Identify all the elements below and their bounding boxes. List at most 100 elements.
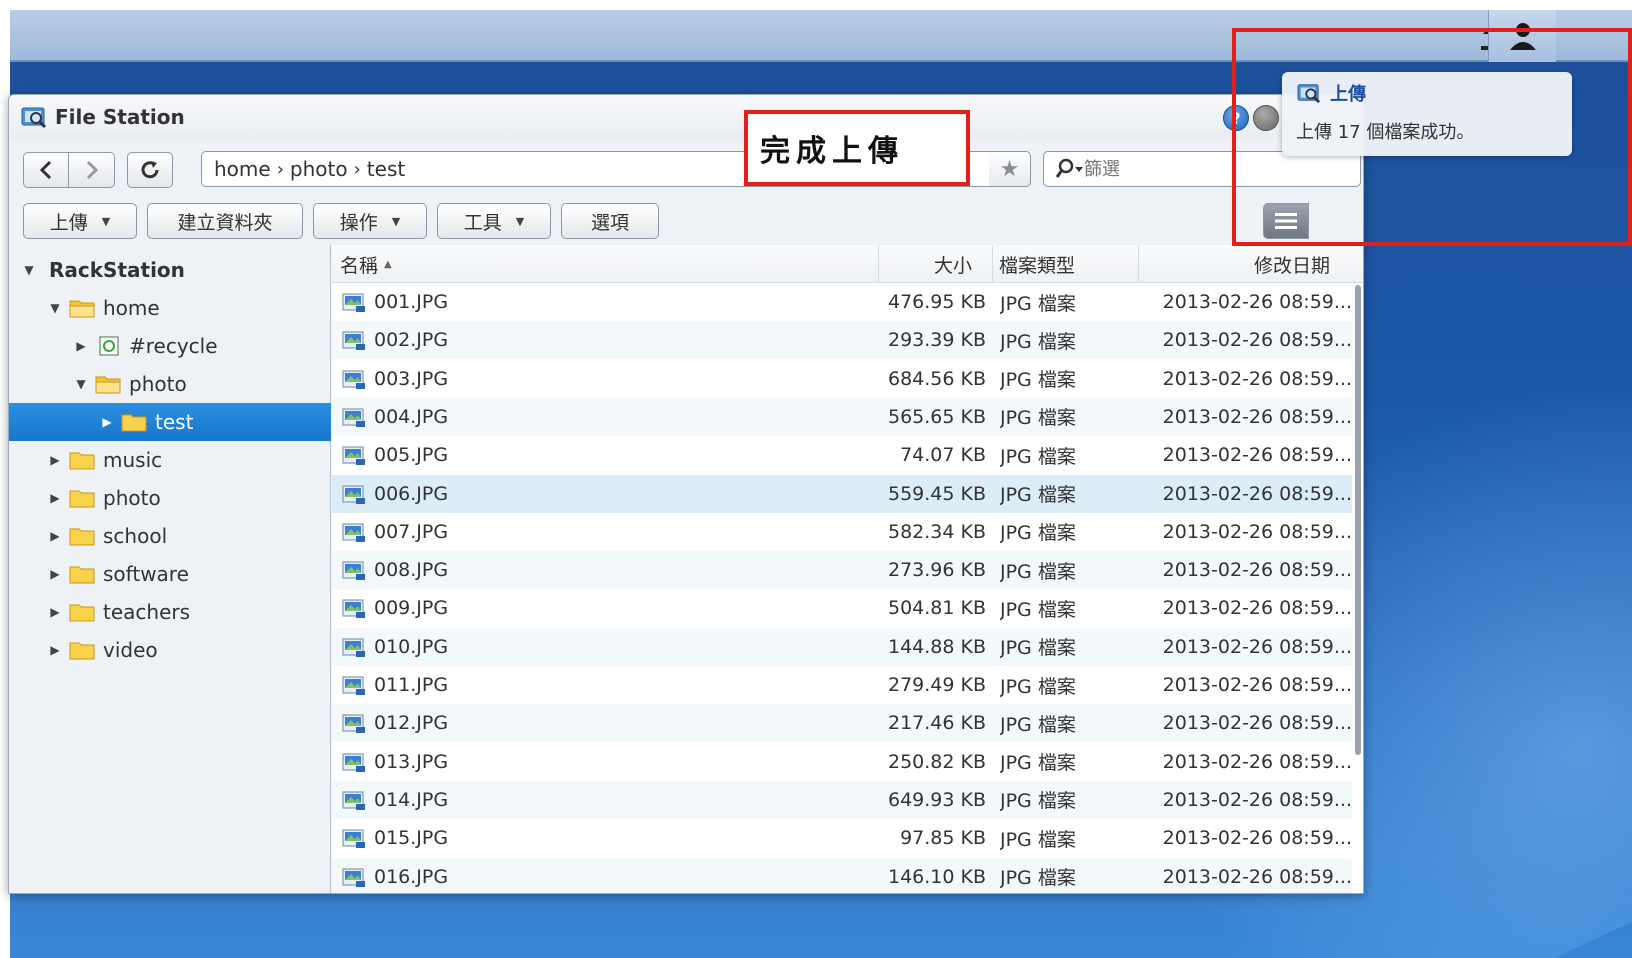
file-name: 004.JPG xyxy=(374,405,449,428)
search-field[interactable] xyxy=(1043,151,1361,187)
tree-item-label: software xyxy=(103,562,189,586)
file-name-cell: 013.JPG xyxy=(342,743,872,781)
expand-icon[interactable]: ▶ xyxy=(49,567,61,581)
tree-root[interactable]: ▼ RackStation xyxy=(9,251,331,289)
collapse-icon[interactable]: ▼ xyxy=(23,263,35,277)
tree-item-teachers[interactable]: ▶ teachers xyxy=(9,593,331,631)
collapse-icon[interactable]: ▼ xyxy=(75,377,87,391)
file-name: 007.JPG xyxy=(374,520,449,543)
tree-item-test[interactable]: ▶ test xyxy=(9,403,331,441)
view-toggle xyxy=(1263,203,1309,239)
expand-icon[interactable]: ▶ xyxy=(49,529,61,543)
expand-icon[interactable]: ▶ xyxy=(49,491,61,505)
file-modified-cell: 2013-02-26 08:59... xyxy=(1162,367,1352,390)
expand-icon[interactable]: ▶ xyxy=(49,643,61,657)
file-row[interactable]: 003.JPG 684.56 KB JPG 檔案 2013-02-26 08:59..… xyxy=(332,360,1352,398)
help-icon[interactable]: ? xyxy=(1223,105,1249,131)
file-row[interactable]: 002.JPG 293.39 KB JPG 檔案 2013-02-26 08:59..… xyxy=(332,321,1352,360)
tree-item-school[interactable]: ▶ school xyxy=(9,517,331,555)
file-name: 014.JPG xyxy=(374,788,449,811)
file-size-cell: 293.39 KB xyxy=(887,329,986,352)
file-modified-cell: 2013-02-26 08:59... xyxy=(1162,329,1352,352)
file-modified-cell: 2013-02-26 08:59... xyxy=(1162,597,1352,620)
collapse-icon[interactable]: ▼ xyxy=(49,301,61,315)
image-file-icon xyxy=(342,791,365,810)
list-view-button[interactable] xyxy=(1263,203,1309,239)
tree-item-software[interactable]: ▶ software xyxy=(9,555,331,593)
window-title: File Station xyxy=(55,105,185,129)
file-row[interactable]: 008.JPG 273.96 KB JPG 檔案 2013-02-26 08:59..… xyxy=(332,551,1352,590)
tree-item-video[interactable]: ▶ video xyxy=(9,631,331,669)
file-type-cell: JPG 檔案 xyxy=(1000,598,1076,621)
action-button[interactable]: 操作 ▼ xyxy=(313,203,427,239)
file-row[interactable]: 009.JPG 504.81 KB JPG 檔案 2013-02-26 08:59..… xyxy=(332,589,1352,627)
tree-item-home-photo[interactable]: ▼ photo xyxy=(9,365,331,403)
tree-item-label: test xyxy=(155,410,194,434)
forward-button[interactable] xyxy=(69,152,115,188)
file-name-cell: 003.JPG xyxy=(342,360,872,398)
file-type-cell: JPG 檔案 xyxy=(1000,828,1076,851)
file-row[interactable]: 016.JPG 146.10 KB JPG 檔案 2013-02-26 08:59..… xyxy=(332,857,1352,893)
upload-notification[interactable]: 上傳 上傳 17 個檔案成功。 xyxy=(1282,72,1572,156)
breadcrumb-photo[interactable]: photo xyxy=(290,157,348,181)
refresh-button[interactable] xyxy=(127,152,173,188)
file-name: 006.JPG xyxy=(374,482,449,505)
file-name-cell: 010.JPG xyxy=(342,628,872,666)
file-name: 003.JPG xyxy=(374,367,449,390)
file-type-cell: JPG 檔案 xyxy=(1000,369,1076,392)
file-row[interactable]: 010.JPG 144.88 KB JPG 檔案 2013-02-26 08:59..… xyxy=(332,627,1352,666)
image-file-icon xyxy=(342,408,365,427)
tree-item-home[interactable]: ▼ home xyxy=(9,289,331,327)
star-icon[interactable]: ★ xyxy=(989,151,1031,187)
column-header-type[interactable]: 檔案類型 xyxy=(992,245,1138,283)
upload-button[interactable]: 上傳 ▼ xyxy=(23,203,137,239)
search-input[interactable] xyxy=(1084,158,1304,180)
window-titlebar[interactable]: File Station ? xyxy=(9,95,1363,139)
chevron-down-icon: ▼ xyxy=(391,214,401,228)
file-row[interactable]: 014.JPG 649.93 KB JPG 檔案 2013-02-26 08:59..… xyxy=(332,780,1352,819)
annotation-callout: 完成上傳 xyxy=(744,110,970,186)
vertical-scrollbar[interactable] xyxy=(1355,285,1361,755)
file-type-cell: JPG 檔案 xyxy=(1000,675,1076,698)
breadcrumb-home[interactable]: home xyxy=(214,157,271,181)
search-icon xyxy=(1055,158,1083,178)
file-station-icon xyxy=(21,107,47,129)
tools-button[interactable]: 工具 ▼ xyxy=(437,203,551,239)
column-header-type-label: 檔案類型 xyxy=(999,254,1076,277)
tree-item-music[interactable]: ▶ music xyxy=(9,441,331,479)
column-header-size[interactable]: 大小 xyxy=(878,245,992,283)
folder-icon xyxy=(69,452,95,470)
minimize-button[interactable] xyxy=(1253,105,1279,131)
tree-item-recycle[interactable]: ▶ #recycle xyxy=(9,327,331,365)
expand-icon[interactable]: ▶ xyxy=(75,339,87,353)
user-menu-button[interactable] xyxy=(1488,10,1556,62)
tree-item-label: teachers xyxy=(103,600,191,624)
image-file-icon xyxy=(342,676,365,695)
expand-icon[interactable]: ▶ xyxy=(49,453,61,467)
file-row[interactable]: 006.JPG 559.45 KB JPG 檔案 2013-02-26 08:59..… xyxy=(332,474,1352,513)
new-folder-button[interactable]: 建立資料夾 xyxy=(147,203,303,239)
column-header-name[interactable]: 名稱 ▲ xyxy=(340,245,876,283)
file-row[interactable]: 001.JPG 476.95 KB JPG 檔案 2013-02-26 08:59..… xyxy=(332,283,1352,321)
back-button[interactable] xyxy=(23,152,69,188)
image-file-icon xyxy=(342,868,365,887)
file-row[interactable]: 005.JPG 74.07 KB JPG 檔案 2013-02-26 08:59... xyxy=(332,436,1352,474)
file-size-cell: 684.56 KB xyxy=(887,367,986,390)
file-row[interactable]: 013.JPG 250.82 KB JPG 檔案 2013-02-26 08:59..… xyxy=(332,743,1352,781)
file-row[interactable]: 004.JPG 565.65 KB JPG 檔案 2013-02-26 08:59..… xyxy=(332,397,1352,436)
breadcrumb-test[interactable]: test xyxy=(367,157,405,181)
column-header-modified[interactable]: 修改日期 xyxy=(1138,245,1352,283)
file-size-cell: 565.65 KB xyxy=(887,405,986,428)
settings-button[interactable]: 選項 xyxy=(561,203,659,239)
expand-icon[interactable]: ▶ xyxy=(101,415,113,429)
file-modified-cell: 2013-02-26 08:59... xyxy=(1162,865,1352,888)
expand-icon[interactable]: ▶ xyxy=(49,605,61,619)
file-row[interactable]: 012.JPG 217.46 KB JPG 檔案 2013-02-26 08:59..… xyxy=(332,704,1352,743)
file-row[interactable]: 007.JPG 582.34 KB JPG 檔案 2013-02-26 08:59..… xyxy=(332,513,1352,551)
file-row[interactable]: 015.JPG 97.85 KB JPG 檔案 2013-02-26 08:59... xyxy=(332,819,1352,857)
tree-item-photo[interactable]: ▶ photo xyxy=(9,479,331,517)
file-size-cell: 74.07 KB xyxy=(900,444,986,467)
file-name-cell: 004.JPG xyxy=(342,398,872,436)
file-row[interactable]: 011.JPG 279.49 KB JPG 檔案 2013-02-26 08:59..… xyxy=(332,666,1352,704)
file-type-cell: JPG 檔案 xyxy=(1000,637,1076,660)
